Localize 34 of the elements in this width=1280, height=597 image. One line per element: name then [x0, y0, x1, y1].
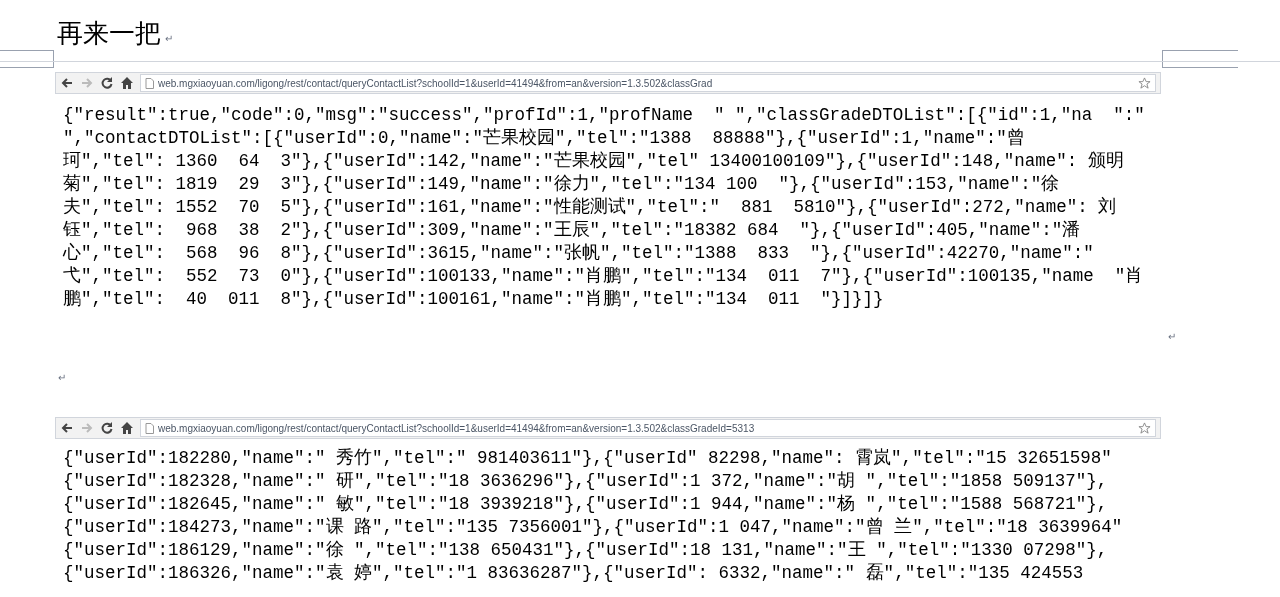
json-text-line: 弋","tel": 552 73 0"},{"userId":100133,"name":"肖鹏","tel":"134 011 7"},{"userId":100135,"name "肖	[63, 265, 1144, 288]
back-arrow-icon[interactable]	[60, 421, 74, 435]
page-icon	[145, 77, 154, 89]
json-text-line: 夫","tel": 1552 70 5"},{"userId":161,"name":"性能测试","tel":" 881 5810"},{"userId":272,"name": 刘	[63, 196, 1117, 219]
json-text-line: {"userId":186129,"name":"徐 ","tel":"138 650431"},{"userId":18 131,"name":"王 ","tel":"1330 07298"},	[63, 539, 1108, 562]
json-text-line: {"userId":182328,"name":" 研","tel":"18 3636296"},{"userId":1 372,"name":"胡 ","tel":"1858 509137"},	[63, 470, 1108, 493]
json-text-line: {"userId":182280,"name":" 秀竹","tel":" 981403611"},{"userId" 82298,"name": 霄岚","tel":"15 32651598"	[63, 447, 1112, 470]
json-text-line: 菊","tel": 1819 29 3"},{"userId":149,"name":"徐力","tel":"134 100 "},{"userId":153,"name":"徐	[63, 173, 1060, 196]
document-heading: 再来一把	[57, 17, 161, 50]
page-icon	[145, 422, 154, 434]
json-text-line: 珂","tel": 1360 64 3"},{"userId":142,"name":"芒果校园","tel" 13400100109"},{"userId":148,"name": 颁明	[63, 150, 1124, 173]
bookmark-star-icon[interactable]	[1138, 76, 1151, 90]
json-text-line: 鹏","tel": 40 011 8"},{"userId":100161,"name":"肖鹏","tel":"134 011 "}]}]}	[63, 288, 884, 311]
back-arrow-icon[interactable]	[60, 76, 74, 90]
json-text-line: 钰","tel": 968 38 2"},{"userId":309,"name":"王辰","tel":"18382 684 "},{"userId":405,"name":"潘	[63, 219, 1081, 242]
home-icon[interactable]	[120, 421, 134, 435]
paragraph-mark: ↵	[58, 371, 66, 385]
reload-icon[interactable]	[100, 421, 114, 435]
json-text-line: {"result":true,"code":0,"msg":"success","profId":1,"profName " ","classGradeDTOList":[{"id":1,"na ":"	[63, 104, 1145, 127]
address-bar[interactable]: web.mgxiaoyuan.com/ligong/rest/contact/queryContactList?schoolId=1&userId=41494&from=an&version=1.3.502&classGradeId=5313	[140, 419, 1156, 437]
paragraph-mark: ↵	[165, 32, 173, 46]
address-bar[interactable]: web.mgxiaoyuan.com/ligong/rest/contact/queryContactList?schoolId=1&userId=41494&from=an&version=1.3.502&classGrad	[140, 74, 1156, 92]
url-text: web.mgxiaoyuan.com/ligong/rest/contact/queryContactList?schoolId=1&userId=41494&from=an&version=1.3.502&classGrad	[158, 76, 713, 91]
margin-corner-mark	[0, 50, 54, 68]
bookmark-star-icon[interactable]	[1138, 421, 1151, 435]
url-text: web.mgxiaoyuan.com/ligong/rest/contact/queryContactList?schoolId=1&userId=41494&from=an&version=1.3.502&classGradeId=5313	[158, 421, 755, 436]
home-icon[interactable]	[120, 76, 134, 90]
reload-icon[interactable]	[100, 76, 114, 90]
paragraph-mark: ↵	[1168, 330, 1176, 344]
json-text-line: {"userId":184273,"name":"课 路","tel":"135 7356001"},{"userId":1 047,"name":"曾 兰","tel":"18 3639964"	[63, 516, 1123, 539]
json-text-line: {"userId":182645,"name":" 敏","tel":"18 3939218"},{"userId":1 944,"name":"杨 ","tel":"1588 568721"},	[63, 493, 1108, 516]
json-text-line: ","contactDTOList":[{"userId":0,"name":"芒果校园","tel":"1388 88888"},{"userId":1,"name":"曾	[63, 127, 1025, 150]
json-text-line: 心","tel": 568 96 8"},{"userId":3615,"name":"张帆","tel":"1388 833 "},{"userId":42270,"name":"	[63, 242, 1094, 265]
json-text-line: {"userId":186326,"name":"袁 婷","tel":"1 83636287"},{"userId": 6332,"name":" 磊","tel":"135 424553	[63, 562, 1084, 585]
